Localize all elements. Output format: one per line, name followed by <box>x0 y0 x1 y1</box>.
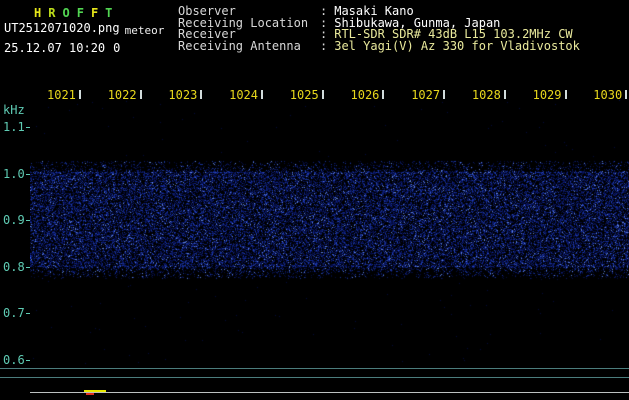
time-axis-tick: 1027 <box>411 84 445 96</box>
app-title-letter: O <box>62 6 69 20</box>
frequency-axis-label: 0.7 <box>3 307 25 319</box>
frequency-axis-label: 0.8 <box>3 261 25 273</box>
reference-line-upper <box>0 368 629 369</box>
time-axis-tick: 1029 <box>533 84 567 96</box>
output-filename-line: UT2512071020.png meteor <box>4 21 164 35</box>
tick-mark <box>322 90 324 99</box>
app-title-letter: R <box>48 6 55 20</box>
app-title-letter: T <box>105 6 112 20</box>
info-label: Receiving Antenna <box>178 41 320 53</box>
tick-mark <box>565 90 567 99</box>
signal-baseline <box>30 392 629 393</box>
frequency-axis-unit: kHz <box>3 103 25 117</box>
time-axis-tick: 1028 <box>472 84 506 96</box>
app-title: HROFFT <box>34 6 119 20</box>
info-colon: : <box>320 39 327 53</box>
reference-line-lower <box>0 377 629 378</box>
tick-mark <box>79 90 81 99</box>
tick-mark <box>140 90 142 99</box>
app-title-letter: F <box>91 6 98 20</box>
tick-mark <box>382 90 384 99</box>
time-axis-tick: 1030 <box>593 84 627 96</box>
tick-mark <box>200 90 202 99</box>
tick-mark <box>504 90 506 99</box>
info-value: 3el Yagi(V) Az 330 for Vladivostok <box>334 39 580 53</box>
datetime-line: 25.12.07 10:20 0 <box>4 41 120 55</box>
time-axis-tick: 1022 <box>108 84 142 96</box>
time-axis-tick: 1024 <box>229 84 263 96</box>
frequency-axis-label: 0.9 <box>3 214 25 226</box>
observation-info: Observer:Masaki Kano Receiving Location:… <box>178 6 580 52</box>
hrofft-window: HROFFT UT2512071020.pngmeteor 25.12.07 1… <box>0 0 629 400</box>
observation-comment: meteor <box>125 24 165 37</box>
noise-level-marker-yellow <box>84 390 106 392</box>
echo-counter: 0 <box>113 41 120 55</box>
frequency-axis-label: 1.1 <box>3 121 25 133</box>
time-axis-tick: 1025 <box>290 84 324 96</box>
frequency-axis-label: 0.6 <box>3 354 25 366</box>
datetime-text: 25.12.07 10:20 <box>4 41 105 55</box>
info-row-antenna: Receiving Antenna:3el Yagi(V) Az 330 for… <box>178 41 580 53</box>
tick-mark <box>443 90 445 99</box>
time-axis-tick: 1026 <box>351 84 385 96</box>
frequency-axis-label: 1.0 <box>3 168 25 180</box>
tick-mark <box>261 90 263 99</box>
output-filename: UT2512071020.png <box>4 21 120 35</box>
noise-level-marker-red <box>86 393 94 395</box>
spectrogram-canvas <box>30 100 629 365</box>
time-axis-tick: 1021 <box>47 84 81 96</box>
time-axis-tick: 1023 <box>168 84 202 96</box>
tick-mark <box>625 90 627 99</box>
app-title-letter: F <box>77 6 84 20</box>
app-title-letter: H <box>34 6 41 20</box>
